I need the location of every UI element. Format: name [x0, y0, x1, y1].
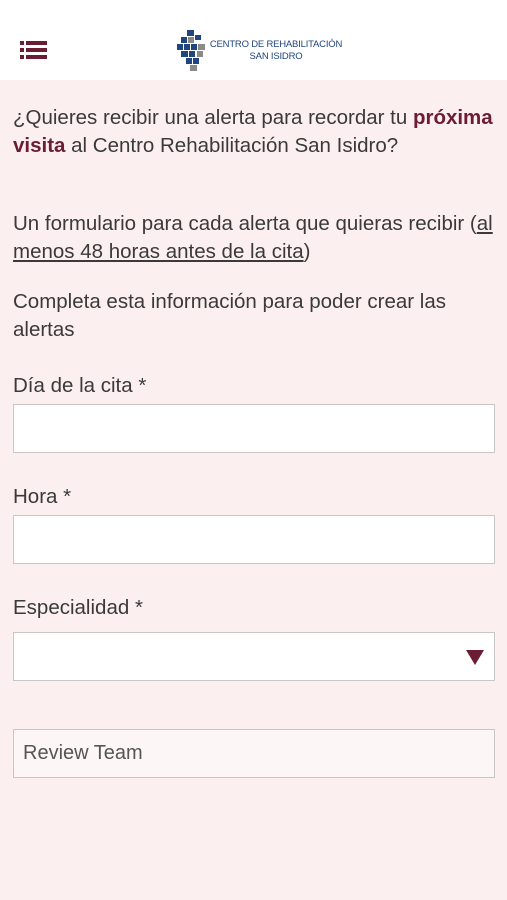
date-field[interactable]	[13, 404, 495, 453]
specialty-select[interactable]	[13, 632, 495, 681]
time-label: Hora *	[13, 485, 72, 508]
specialty-label: Especialidad *	[13, 596, 143, 619]
review-team-field[interactable]: Review Team	[13, 729, 495, 778]
intro-question: ¿Quieres recibir una alerta para recorda…	[13, 104, 495, 160]
time-field[interactable]	[13, 515, 495, 564]
app-header: CENTRO DE REHABILITACIÓN SAN ISIDRO	[0, 0, 507, 80]
review-team-text: Review Team	[23, 742, 143, 764]
logo-line-2: SAN ISIDRO	[249, 51, 303, 62]
intro-form-note: Un formulario para cada alerta que quier…	[13, 210, 495, 266]
intro-text-2: al Centro Rehabilitación San Isidro?	[65, 134, 399, 157]
form-note-text-1: Un formulario para cada alerta que quier…	[13, 212, 477, 235]
hamburger-list-icon[interactable]	[20, 41, 48, 63]
intro-text-1: ¿Quieres recibir una alerta para recorda…	[13, 106, 413, 129]
form-note-text-2: )	[303, 240, 311, 263]
logo-text: CENTRO DE REHABILITACIÓN SAN ISIDRO	[206, 39, 346, 63]
date-label: Día de la cita *	[13, 374, 147, 397]
logo: CENTRO DE REHABILITACIÓN SAN ISIDRO	[177, 30, 342, 74]
logo-line-1: CENTRO DE REHABILITACIÓN	[209, 39, 343, 50]
logo-mark-icon	[177, 30, 205, 71]
intro-instructions: Completa esta información para poder cre…	[13, 290, 446, 341]
dropdown-arrow-icon	[466, 650, 484, 665]
